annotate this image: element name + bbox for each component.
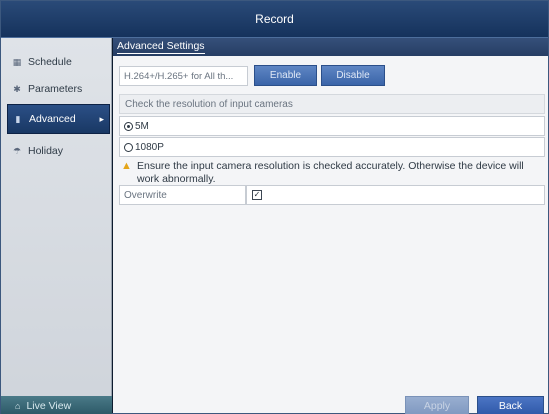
sidebar-item-label: Parameters (28, 83, 83, 95)
option-5m[interactable]: 5M (119, 116, 545, 136)
live-view-label: Live View (26, 399, 72, 412)
radio-unselected-icon[interactable] (124, 142, 133, 152)
main-content: Advanced Settings H.264+/H.265+ for All … (113, 38, 548, 414)
record-window: Record ▦ Schedule ✱ Parameters ▮ Advance… (0, 0, 549, 414)
live-view-button[interactable]: ⌂ Live View (1, 396, 112, 414)
holiday-icon: ☂ (12, 145, 22, 156)
chevron-right-icon: ▸ (99, 113, 104, 124)
advanced-icon: ▮ (15, 113, 21, 124)
home-icon: ⌂ (15, 400, 21, 411)
sidebar-item-label: Advanced (29, 113, 76, 125)
option-1080p[interactable]: 1080P (119, 137, 545, 157)
sidebar-item-holiday[interactable]: ☂ Holiday (7, 136, 110, 166)
sidebar-item-parameters[interactable]: ✱ Parameters (7, 74, 110, 104)
apply-button[interactable]: Apply (405, 396, 469, 414)
gear-icon: ✱ (13, 83, 21, 94)
window-title: Record (1, 1, 548, 38)
disable-button[interactable]: Disable (321, 65, 385, 86)
tab-bar: Advanced Settings (113, 38, 548, 56)
sidebar-item-advanced[interactable]: ▮ Advanced ▸ (7, 104, 110, 134)
overwrite-checkbox[interactable]: ✓ (252, 190, 262, 200)
overwrite-label: Overwrite (119, 185, 246, 205)
codec-field: H.264+/H.265+ for All th... (119, 66, 248, 86)
overwrite-field: ✓ (246, 185, 545, 205)
radio-selected-icon[interactable] (124, 121, 133, 131)
resolution-hint: Check the resolution of input cameras (119, 94, 545, 114)
warning-message: ▲ Ensure the input camera resolution is … (121, 160, 545, 186)
calendar-icon: ▦ (12, 56, 22, 67)
warning-icon: ▲ (121, 160, 132, 172)
option-label: 5M (135, 120, 149, 132)
sidebar-item-label: Holiday (28, 145, 64, 157)
warning-text: Ensure the input camera resolution is ch… (137, 160, 524, 185)
tab-advanced-settings[interactable]: Advanced Settings (117, 40, 205, 54)
enable-button[interactable]: Enable (254, 65, 317, 86)
sidebar-item-schedule[interactable]: ▦ Schedule (7, 47, 110, 77)
back-button[interactable]: Back (477, 396, 544, 414)
sidebar-item-label: Schedule (28, 56, 72, 68)
sidebar: ▦ Schedule ✱ Parameters ▮ Advanced ▸ ☂ H… (1, 38, 112, 413)
option-label: 1080P (135, 141, 164, 153)
